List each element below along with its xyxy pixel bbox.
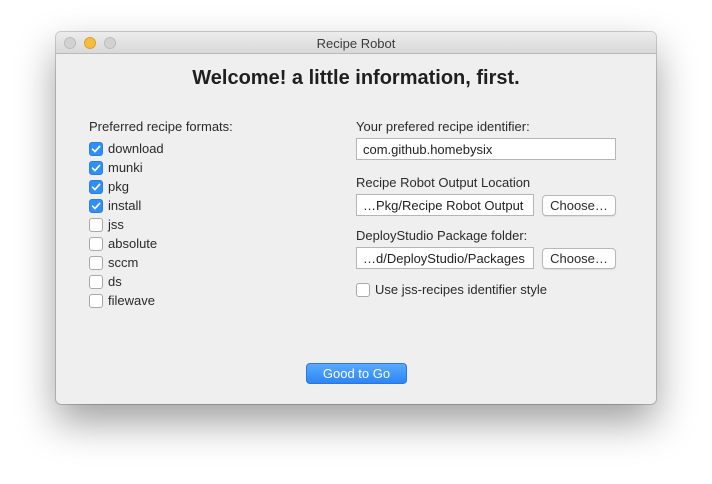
format-label: download	[108, 141, 164, 156]
formats-checklist: download munki pkg install jss absolute sccm ds…	[89, 139, 164, 310]
recipe-robot-window: Recipe Robot Welcome! a little informati…	[56, 32, 656, 404]
window-title: Recipe Robot	[316, 36, 396, 51]
format-label: ds	[108, 274, 122, 289]
format-label: pkg	[108, 179, 129, 194]
deploystudio-label: DeployStudio Package folder:	[356, 228, 528, 243]
format-checkbox-ds[interactable]	[89, 274, 103, 289]
title-bar[interactable]: Recipe Robot	[56, 32, 656, 54]
format-option-absolute[interactable]: absolute	[89, 234, 164, 253]
good-to-go-button[interactable]: Good to Go	[306, 363, 407, 384]
format-option-install[interactable]: install	[89, 196, 164, 215]
format-option-pkg[interactable]: pkg	[89, 177, 164, 196]
format-option-sccm[interactable]: sccm	[89, 253, 164, 272]
format-option-ds[interactable]: ds	[89, 272, 164, 291]
jss-style-label: Use jss-recipes identifier style	[375, 282, 547, 297]
format-checkbox-filewave[interactable]	[89, 293, 103, 308]
format-checkbox-absolute[interactable]	[89, 236, 103, 251]
formats-label: Preferred recipe formats:	[89, 119, 233, 134]
deploystudio-choose-button[interactable]: Choose…	[542, 248, 616, 269]
output-location-label: Recipe Robot Output Location	[356, 175, 531, 190]
format-option-filewave[interactable]: filewave	[89, 291, 164, 310]
format-label: install	[108, 198, 142, 213]
deploystudio-field[interactable]: …d/DeployStudio/Packages	[356, 247, 534, 269]
format-label: absolute	[108, 236, 158, 251]
format-checkbox-jss[interactable]	[89, 217, 103, 232]
format-label: filewave	[108, 293, 155, 308]
identifier-input[interactable]: com.github.homebysix	[356, 138, 616, 160]
welcome-heading: Welcome! a little information, first.	[192, 67, 520, 89]
checkmark-icon	[91, 183, 101, 190]
format-label: jss	[108, 217, 124, 232]
format-label: sccm	[108, 255, 139, 270]
format-checkbox-download[interactable]	[89, 141, 103, 156]
format-checkbox-munki[interactable]	[89, 160, 103, 175]
jss-style-option[interactable]: Use jss-recipes identifier style	[356, 282, 547, 297]
format-option-munki[interactable]: munki	[89, 158, 164, 177]
output-location-field[interactable]: …Pkg/Recipe Robot Output	[356, 194, 534, 216]
format-option-jss[interactable]: jss	[89, 215, 164, 234]
format-checkbox-install[interactable]	[89, 198, 103, 213]
jss-style-checkbox[interactable]	[356, 282, 370, 297]
format-checkbox-pkg[interactable]	[89, 179, 103, 194]
checkmark-icon	[91, 202, 101, 209]
identifier-label: Your prefered recipe identifier:	[356, 119, 530, 134]
format-option-download[interactable]: download	[89, 139, 164, 158]
checkmark-icon	[91, 164, 101, 171]
output-location-choose-button[interactable]: Choose…	[542, 195, 616, 216]
format-label: munki	[108, 160, 143, 175]
format-checkbox-sccm[interactable]	[89, 255, 103, 270]
checkmark-icon	[91, 145, 101, 152]
